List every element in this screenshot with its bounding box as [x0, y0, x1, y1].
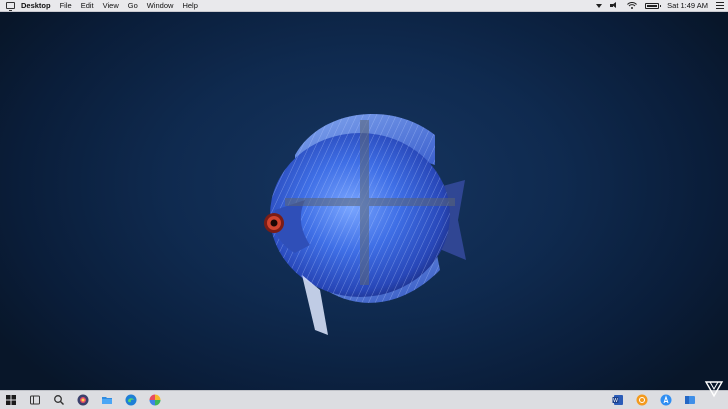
file-explorer-icon[interactable]	[101, 394, 113, 406]
app-store-icon[interactable]	[660, 394, 672, 406]
start-icon[interactable]	[5, 394, 17, 406]
menu-bar: Desktop File Edit View Go Window Help Sa…	[0, 0, 728, 12]
menu-go[interactable]: Go	[128, 1, 138, 10]
menu-window[interactable]: Window	[147, 1, 174, 10]
system-menu-icon[interactable]	[6, 2, 15, 11]
app-menu-desktop[interactable]: Desktop	[21, 1, 51, 10]
file-manager-icon[interactable]	[684, 394, 696, 406]
menu-edit[interactable]: Edit	[81, 1, 94, 10]
wifi-icon[interactable]	[627, 2, 638, 9]
menubar-clock[interactable]: Sat 1:49 AM	[667, 1, 708, 10]
search-icon[interactable]	[53, 394, 65, 406]
photos-icon[interactable]	[149, 394, 161, 406]
menu-help[interactable]: Help	[182, 1, 197, 10]
edge-icon[interactable]	[125, 394, 137, 406]
wallpaper-fish-image	[264, 113, 466, 335]
word-icon[interactable]: W	[612, 394, 624, 406]
battery-icon[interactable]	[645, 2, 662, 9]
menu-list-icon[interactable]	[716, 2, 724, 9]
browser-icon[interactable]	[77, 394, 89, 406]
watermark-logo-icon	[704, 381, 724, 398]
svg-text:W: W	[613, 398, 618, 404]
menu-view[interactable]: View	[103, 1, 119, 10]
task-view-icon[interactable]	[29, 394, 41, 406]
dropdown-arrow-icon[interactable]	[596, 3, 603, 8]
menu-file[interactable]: File	[60, 1, 72, 10]
taskbar: W	[0, 390, 728, 409]
volume-icon[interactable]	[610, 2, 619, 9]
app-orange-icon[interactable]	[636, 394, 648, 406]
desktop-background	[0, 0, 728, 408]
